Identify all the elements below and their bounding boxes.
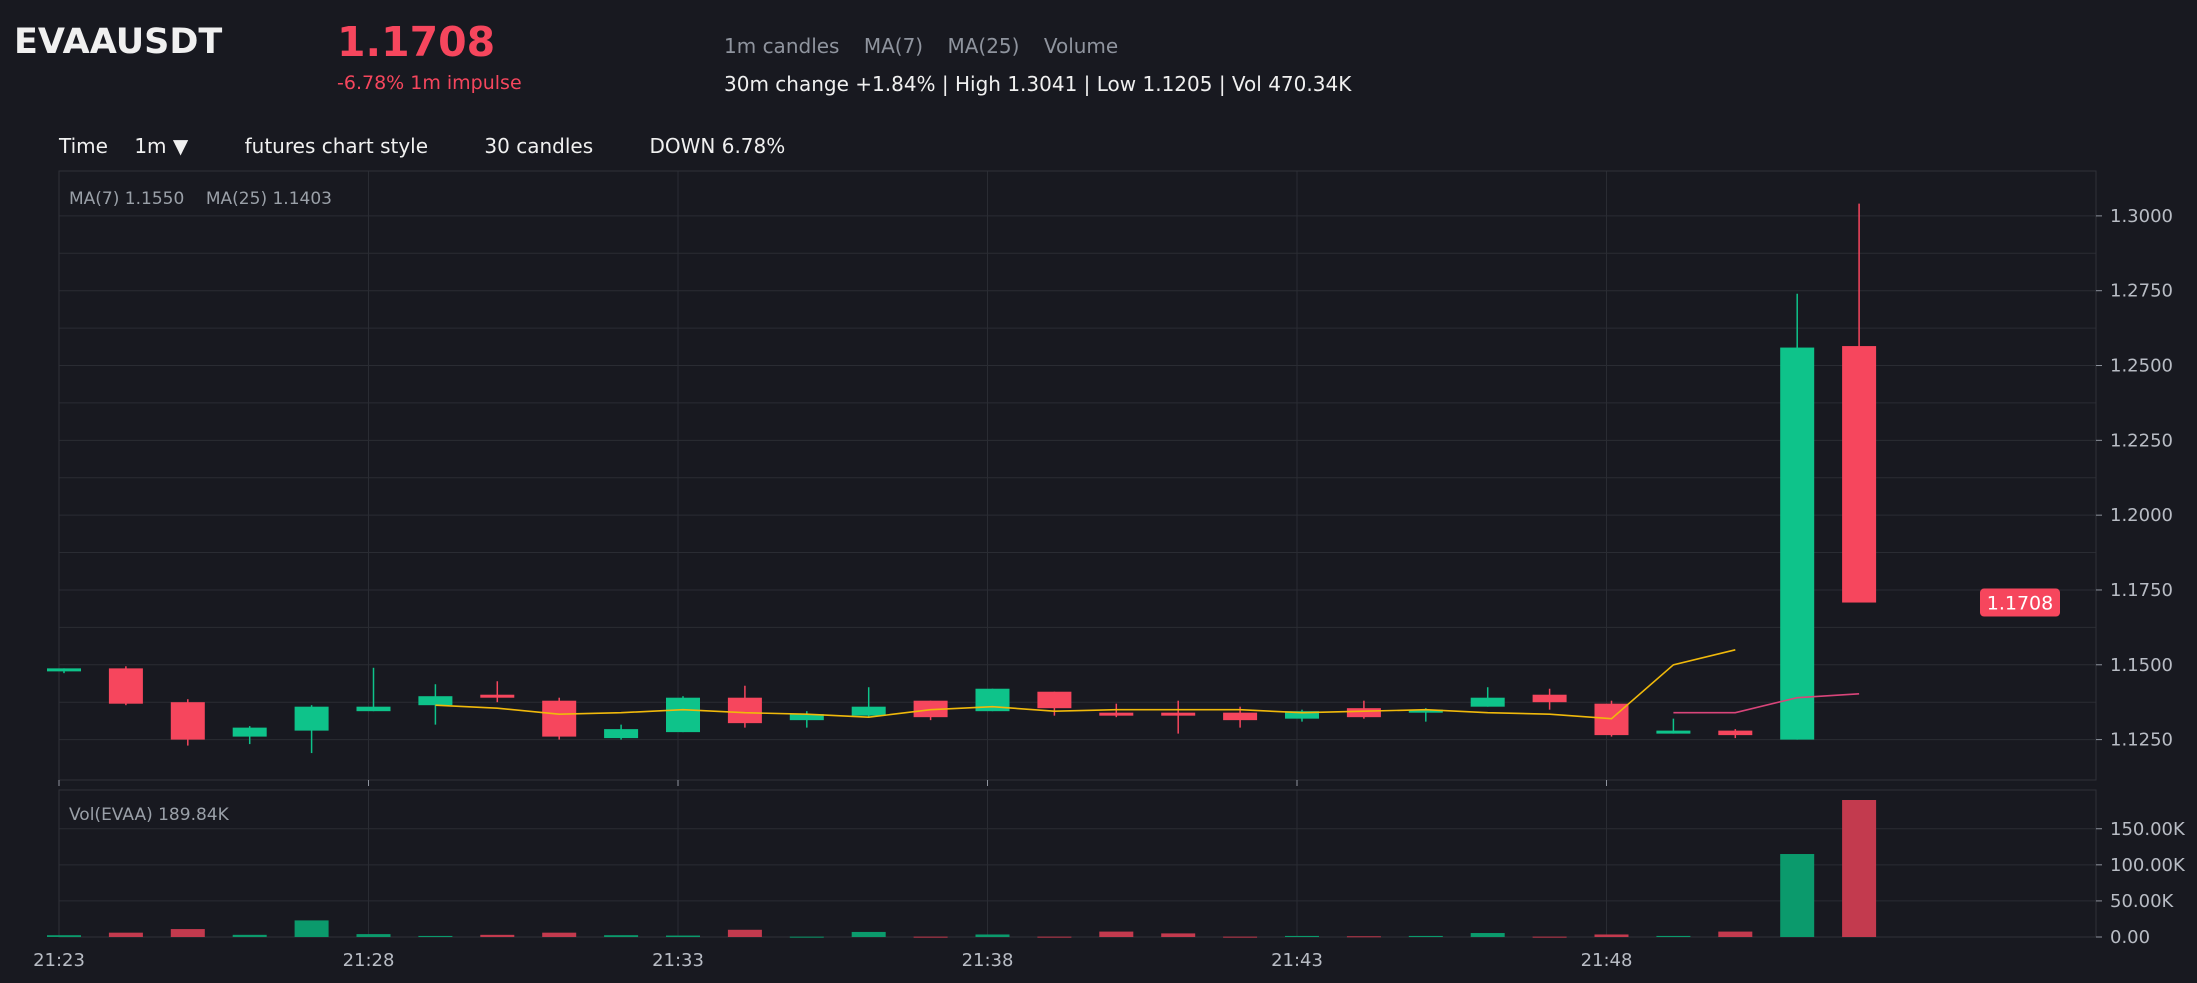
volume-tick-label: 50.00K (2110, 891, 2175, 912)
candle-body (1532, 694, 1567, 703)
candle-body (108, 668, 143, 704)
volume-bar (1408, 935, 1443, 937)
volume-bar (789, 936, 824, 938)
candle-body (232, 727, 267, 737)
time-tick-label: 21:43 (1271, 950, 1323, 971)
time-tick-label: 21:48 (1581, 950, 1633, 971)
candle-body (851, 706, 886, 716)
time-tick-label: 21:28 (343, 950, 395, 971)
volume-bar (418, 935, 453, 937)
price-tick-label: 1.2250 (2110, 430, 2173, 451)
volume-bar (170, 929, 205, 937)
volume-bar (975, 934, 1010, 937)
volume-bar (604, 935, 639, 937)
volume-tick-label: 100.00K (2110, 855, 2186, 876)
volume-bar (47, 935, 81, 937)
volume-bar (1656, 935, 1691, 937)
candle-body (666, 697, 700, 733)
candle-body (47, 668, 81, 672)
volume-bar (1346, 936, 1381, 938)
candle-body (1223, 712, 1258, 721)
volume-tick-label: 0.00 (2110, 927, 2150, 948)
price-tick-label: 1.3000 (2110, 206, 2173, 227)
volume-bar (1037, 936, 1072, 938)
volume-bar (727, 929, 762, 937)
price-tick-label: 1.2000 (2110, 505, 2173, 526)
volume-bar (666, 935, 700, 937)
moving-averages (435, 649, 1860, 720)
ma7-line (435, 649, 1736, 720)
candle-body (1718, 730, 1753, 736)
time-tick-label: 21:38 (962, 950, 1014, 971)
volume-bar (1161, 933, 1196, 937)
last-price-label: 1.1708 (1987, 593, 2053, 615)
volume-bars (47, 800, 1877, 938)
volume-bar (1842, 800, 1877, 937)
price-tick-label: 1.1500 (2110, 655, 2173, 676)
ma25-line (1673, 693, 1860, 714)
time-tick-label: 21:33 (652, 950, 704, 971)
candle-body (1470, 697, 1505, 707)
candle-body (356, 706, 391, 712)
candle-body (1161, 712, 1196, 716)
volume-bar (108, 932, 143, 937)
volume-bar (1099, 931, 1134, 937)
volume-bar (1285, 935, 1319, 937)
volume-bar (232, 934, 267, 937)
volume-bar (851, 931, 886, 937)
volume-bar (1532, 936, 1567, 938)
volume-tick-label: 150.00K (2110, 819, 2186, 840)
candle-body (1780, 347, 1815, 740)
volume-bar (356, 934, 391, 937)
volume-bar (542, 932, 577, 937)
volume-bar (1780, 854, 1815, 937)
volume-bar (1223, 936, 1258, 938)
candlestick-chart: 1.1250 1.1500 1.1750 1.2000 1.2250 1.2500 1.27… (33, 170, 2186, 971)
volume-bar (1594, 934, 1629, 937)
volume-bar (913, 936, 948, 938)
candle-body (294, 706, 329, 731)
volume-bar (294, 920, 329, 937)
candle-body (1842, 346, 1877, 603)
candle-body (1346, 708, 1381, 718)
candle-body (1037, 691, 1072, 709)
price-tick-label: 1.2500 (2110, 356, 2173, 377)
volume-bar (1718, 931, 1753, 937)
time-tick-label: 21:23 (33, 950, 85, 971)
price-tick-label: 1.1250 (2110, 730, 2173, 751)
volume-bar (1470, 933, 1505, 937)
candle-body (418, 696, 453, 706)
candle-body (480, 694, 515, 698)
candle-body (1656, 730, 1691, 734)
volume-bar (480, 934, 515, 937)
price-tick-label: 1.2750 (2110, 281, 2173, 302)
volume-legend: Vol(EVAA) 189.84K (69, 805, 230, 825)
last-price-marker: 1.1708 (1980, 588, 2060, 617)
candle-body (170, 702, 205, 740)
candle-body (604, 729, 639, 739)
price-tick-label: 1.1750 (2110, 580, 2173, 601)
candles (47, 203, 1877, 754)
candle-body (727, 697, 762, 724)
candle-body (542, 700, 577, 737)
ma-legend: MA(7) 1.1550 MA(25) 1.1403 (69, 189, 332, 209)
candle-body (1099, 712, 1134, 716)
